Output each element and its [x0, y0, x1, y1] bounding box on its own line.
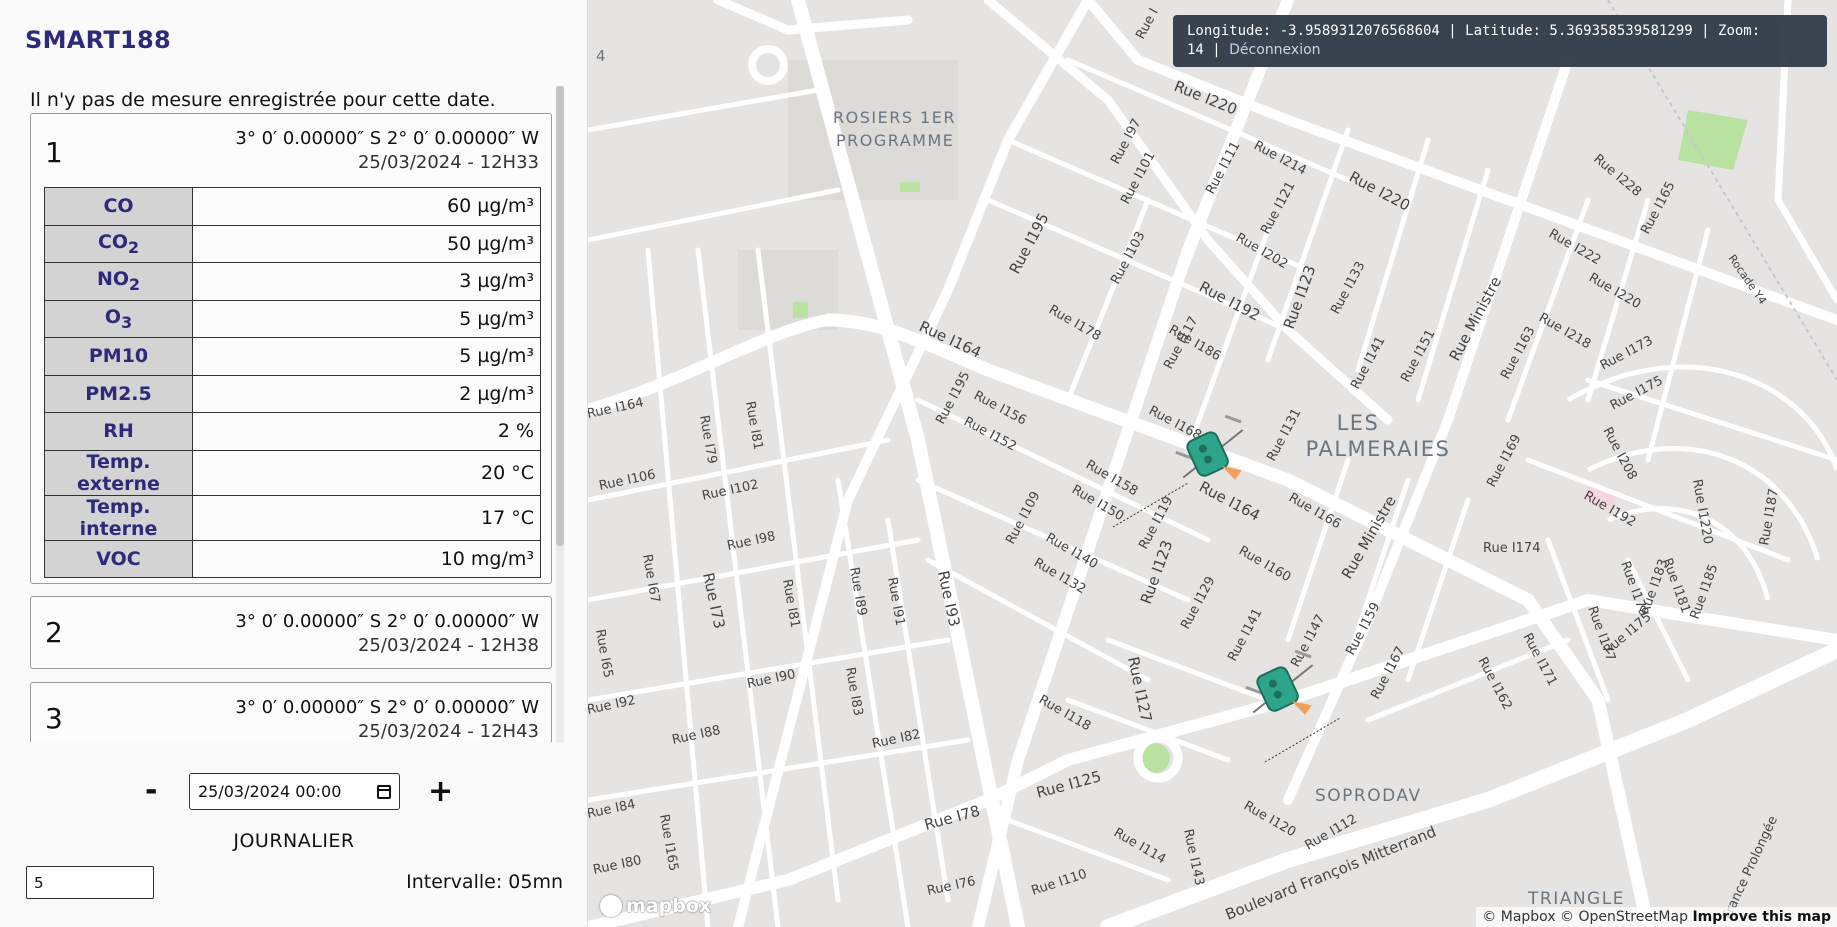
table-row: VOC 10 mg/m³ [44, 539, 541, 578]
map-attribution: © Mapbox © OpenStreetMap Improve this ma… [1476, 907, 1837, 927]
map-label: 4 [596, 47, 607, 65]
measure-key: Temp. externe [44, 449, 193, 496]
card-coordinates: 3° 0′ 0.00000″ S 2° 0′ 0.00000″ W [235, 611, 539, 632]
mode-label[interactable]: JOURNALIER [0, 830, 588, 852]
zoom-value: 14 [1187, 42, 1204, 58]
measure-value: 2 µg/m³ [192, 374, 541, 413]
attribution-text[interactable]: © Mapbox © OpenStreetMap [1482, 909, 1688, 925]
map-view[interactable]: ROSIERS 1ER PROGRAMME LES PALMERAIES SOP… [588, 0, 1837, 927]
measure-key: PM2.5 [44, 374, 193, 413]
coordinate-readout: Longitude: -3.9589312076568604 | Latitud… [1187, 23, 1761, 39]
district-label: SOPRODAV [1315, 786, 1422, 806]
table-row: CO2 50 µg/m³ [44, 224, 541, 263]
app-title: SMART188 [25, 26, 172, 54]
table-row: PM10 5 µg/m³ [44, 337, 541, 376]
table-row: Temp. interne 17 °C [44, 494, 541, 541]
card-datetime: 25/03/2024 - 12H43 [357, 721, 539, 742]
measure-value: 5 µg/m³ [192, 337, 541, 376]
measure-value: 3 µg/m³ [192, 262, 541, 301]
measure-value: 17 °C [192, 494, 541, 541]
interval-text: Intervalle: 05mn [406, 871, 563, 893]
measure-key: O3 [44, 299, 193, 338]
measure-value: 20 °C [192, 449, 541, 496]
measure-value: 10 mg/m³ [192, 539, 541, 578]
measurement-card-1[interactable]: 1 3° 0′ 0.00000″ S 2° 0′ 0.00000″ W 25/0… [30, 113, 552, 584]
measure-key: CO [44, 187, 193, 226]
card-coordinates: 3° 0′ 0.00000″ S 2° 0′ 0.00000″ W [235, 697, 539, 718]
card-number: 1 [45, 136, 63, 169]
table-row: O3 5 µg/m³ [44, 299, 541, 338]
measure-key: CO2 [44, 224, 193, 263]
measure-value: 2 % [192, 412, 541, 451]
no-data-message: Il n'y pas de mesure enregistrée pour ce… [30, 89, 496, 111]
date-picker-input[interactable]: 25/03/2024 00:00 [189, 773, 400, 810]
measurement-card-3[interactable]: 3 3° 0′ 0.00000″ S 2° 0′ 0.00000″ W 25/0… [30, 682, 552, 742]
card-datetime: 25/03/2024 - 12H33 [357, 152, 539, 173]
measure-value: 5 µg/m³ [192, 299, 541, 338]
table-row: PM2.5 2 µg/m³ [44, 374, 541, 413]
date-value: 25/03/2024 00:00 [198, 782, 342, 801]
measurement-card-2[interactable]: 2 3° 0′ 0.00000″ S 2° 0′ 0.00000″ W 25/0… [30, 596, 552, 669]
district-label: LES [1337, 411, 1380, 435]
measure-key: NO2 [44, 262, 193, 301]
measure-key: Temp. interne [44, 494, 193, 541]
table-row: RH 2 % [44, 412, 541, 451]
sidebar: SMART188 Il n'y pas de mesure enregistré… [0, 0, 588, 927]
measure-value: 60 µg/m³ [192, 187, 541, 226]
measure-key: PM10 [44, 337, 193, 376]
table-row: NO2 3 µg/m³ [44, 262, 541, 301]
card-number: 3 [45, 702, 63, 735]
calendar-icon[interactable] [377, 784, 391, 799]
interval-input[interactable]: 5 [26, 866, 154, 899]
district-label: PALMERAIES [1306, 437, 1451, 461]
mapbox-logo-text: mapbox [626, 895, 712, 917]
improve-map-link[interactable]: Improve this map [1692, 909, 1831, 925]
measure-key: VOC [44, 539, 193, 578]
table-row: CO 60 µg/m³ [44, 187, 541, 226]
card-coordinates: 3° 0′ 0.00000″ S 2° 0′ 0.00000″ W [235, 128, 539, 149]
mapbox-logo[interactable]: mapbox [600, 895, 711, 917]
card-datetime: 25/03/2024 - 12H38 [357, 635, 539, 656]
next-day-button[interactable]: + [428, 777, 453, 807]
logout-link[interactable]: Déconnexion [1229, 42, 1320, 58]
measure-value: 50 µg/m³ [192, 224, 541, 263]
previous-day-button[interactable]: - [145, 776, 157, 806]
measurement-list: 1 3° 0′ 0.00000″ S 2° 0′ 0.00000″ W 25/0… [28, 110, 568, 742]
road-label: Rue I174 [1483, 541, 1540, 556]
district-label: ROSIERS 1ER [833, 108, 956, 127]
district-label: PROGRAMME [836, 131, 954, 150]
coordinate-panel: Longitude: -3.9589312076568604 | Latitud… [1173, 15, 1827, 67]
mapbox-logo-icon [600, 895, 622, 917]
card-number: 2 [45, 616, 63, 649]
measure-key: RH [44, 412, 193, 451]
table-row: Temp. externe 20 °C [44, 449, 541, 496]
measures-table: CO 60 µg/m³ CO2 50 µg/m³ NO2 3 µg/m³ O3 … [44, 187, 541, 578]
map-canvas[interactable]: ROSIERS 1ER PROGRAMME LES PALMERAIES SOP… [588, 0, 1837, 927]
district-label: TRIANGLE [1527, 889, 1625, 909]
